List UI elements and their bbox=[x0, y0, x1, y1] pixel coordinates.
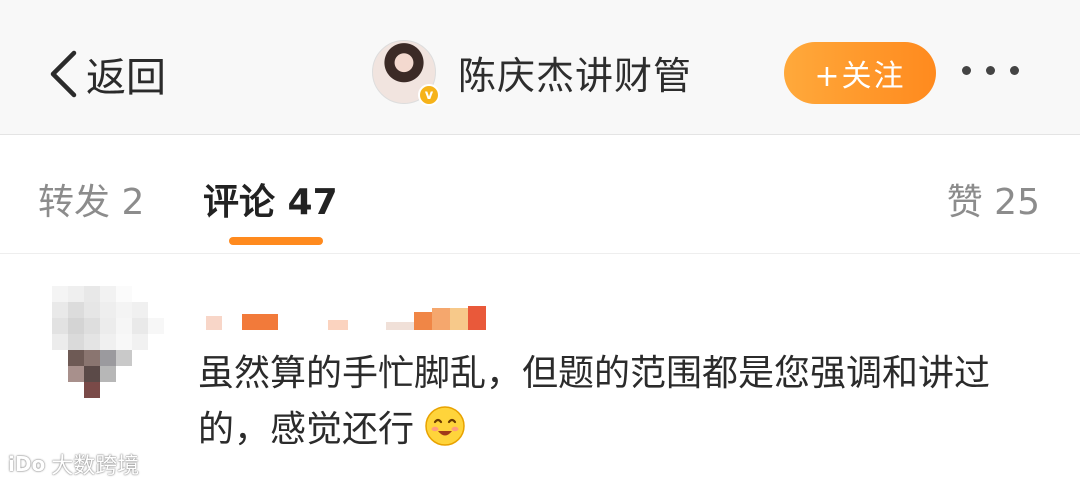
tab-comments[interactable]: 评论 47 bbox=[203, 173, 338, 225]
dot bbox=[1010, 66, 1019, 75]
author-name[interactable]: 陈庆杰讲财管 bbox=[458, 45, 692, 100]
more-dots-icon[interactable] bbox=[962, 66, 1019, 75]
watermark: iDo 大数跨境 bbox=[8, 448, 139, 480]
commenter-name-mosaic[interactable] bbox=[202, 302, 486, 330]
navigation-bar: 返回 v 陈庆杰讲财管 +关注 bbox=[0, 0, 1080, 135]
watermark-logo: iDo bbox=[8, 452, 46, 476]
author-profile[interactable]: v 陈庆杰讲财管 bbox=[372, 40, 692, 106]
follow-button[interactable]: +关注 bbox=[784, 42, 936, 104]
avatar-mosaic bbox=[52, 286, 164, 398]
comment-text: 虽然算的手忙脚乱，但题的范围都是您强调和讲过的，感觉还行 bbox=[198, 346, 1058, 458]
comment-item: 虽然算的手忙脚乱，但题的范围都是您强调和讲过的，感觉还行 iDo 大数跨境 bbox=[0, 254, 1080, 486]
dot bbox=[962, 66, 971, 75]
commenter-avatar[interactable] bbox=[52, 286, 164, 398]
chevron-left-icon bbox=[50, 50, 77, 98]
comment-body: 虽然算的手忙脚乱，但题的范围都是您强调和讲过的，感觉还行 bbox=[198, 353, 991, 450]
author-avatar-wrap[interactable]: v bbox=[372, 40, 440, 106]
back-label: 返回 bbox=[86, 55, 166, 101]
tab-bar: 转发 2 评论 47 赞 25 bbox=[0, 135, 1080, 254]
watermark-text: 大数跨境 bbox=[51, 454, 140, 479]
verified-badge-icon: v bbox=[418, 84, 440, 106]
smiling-face-emoji-icon bbox=[425, 406, 465, 446]
dot bbox=[986, 66, 995, 75]
back-button[interactable]: 返回 bbox=[46, 46, 166, 102]
active-tab-indicator bbox=[229, 237, 323, 245]
tab-repost[interactable]: 转发 2 bbox=[38, 173, 144, 225]
tab-likes[interactable]: 赞 25 bbox=[947, 173, 1040, 225]
